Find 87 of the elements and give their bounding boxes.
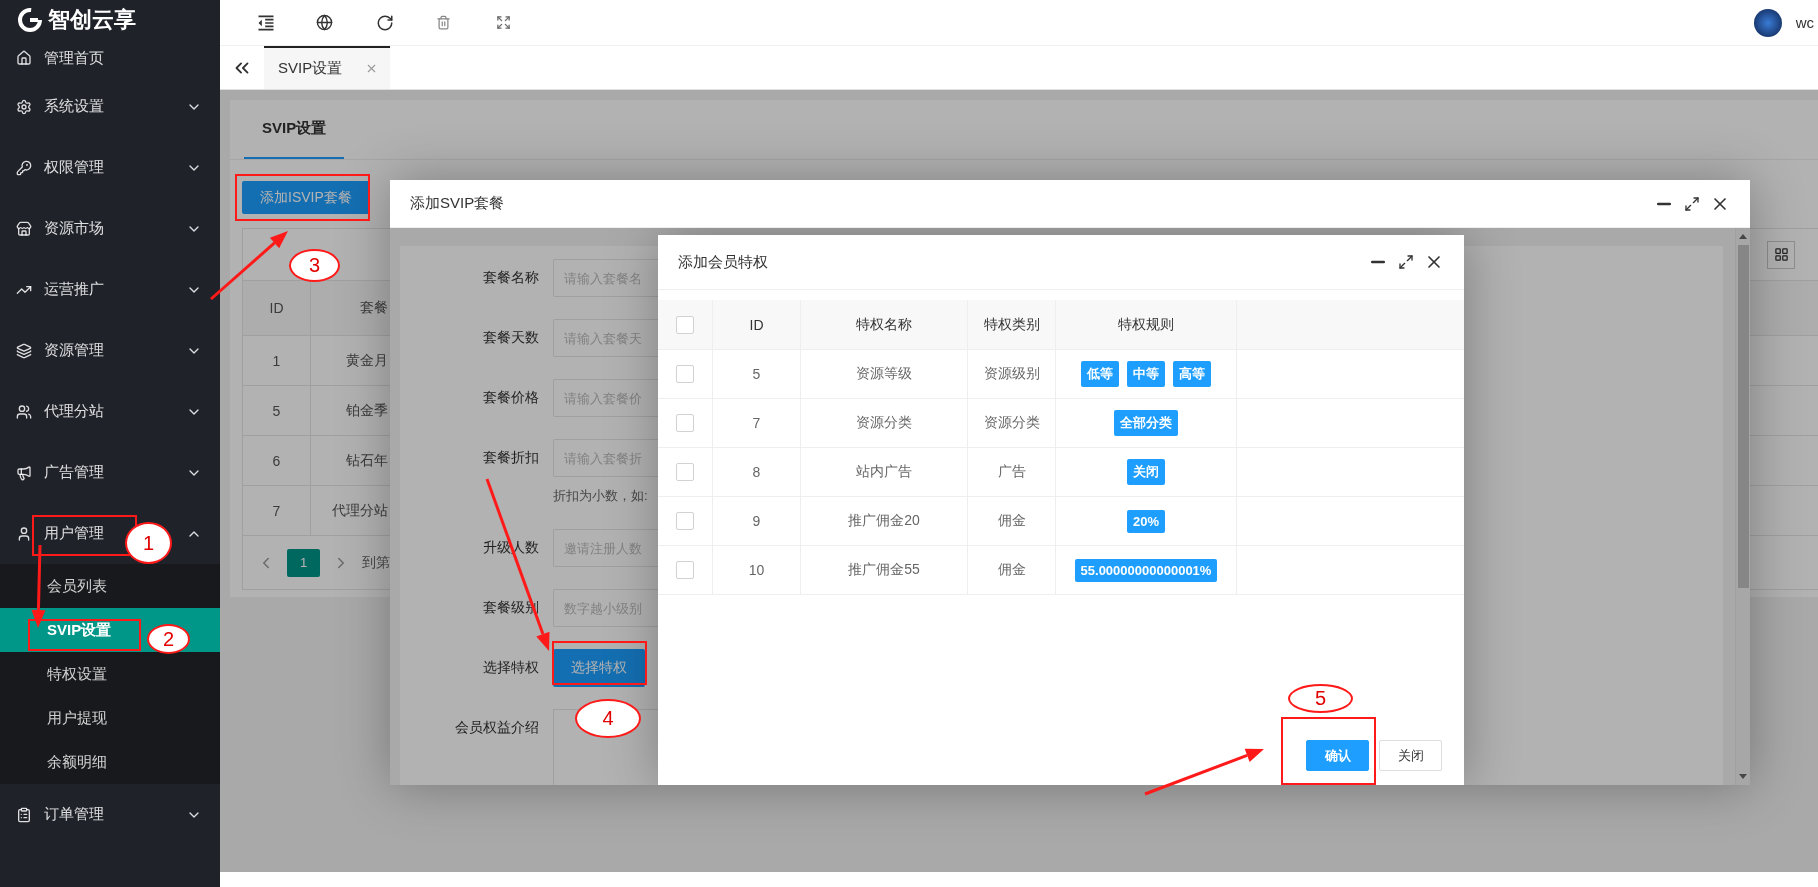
table-cell: 佣金 — [968, 546, 1056, 594]
form-label: 套餐天数 — [482, 329, 539, 347]
table-cell: 9 — [713, 497, 801, 545]
rule-tag: 中等 — [1127, 361, 1165, 387]
grid-icon — [1773, 247, 1789, 262]
table-cell: 佣金 — [968, 497, 1056, 545]
sidebar-subitem[interactable]: 特权设置 — [47, 664, 107, 684]
form-label: 会员权益介绍 — [454, 718, 539, 737]
refresh-icon[interactable] — [376, 13, 394, 32]
table-cell: 6 — [243, 436, 311, 485]
sidebar-item[interactable]: 用户管理 — [44, 524, 104, 543]
menu-icon — [16, 159, 32, 176]
checkbox[interactable] — [676, 561, 694, 579]
menu-icon — [16, 342, 32, 359]
checkbox[interactable] — [676, 414, 694, 432]
table-cell: 8 — [713, 448, 801, 496]
rule-tag: 关闭 — [1127, 459, 1165, 485]
table-cell: 5 — [713, 350, 801, 398]
trash-icon[interactable] — [436, 15, 451, 30]
column-header: ID — [713, 300, 801, 349]
sidebar-item[interactable]: 权限管理 — [44, 158, 104, 177]
sidebar-item[interactable]: 管理首页 — [44, 48, 104, 68]
table-cell: 5 — [243, 386, 311, 435]
table-cell: 资源等级 — [801, 350, 968, 398]
sidebar-subitem[interactable]: 用户提现 — [47, 708, 107, 728]
rule-tag: 低等 — [1081, 361, 1119, 387]
hint-text: 折扣为小数，如: — [553, 487, 649, 505]
table-cell: 推广佣金55 — [801, 546, 968, 594]
logo-text: 智创云享 — [48, 6, 136, 34]
rule-tag: 高等 — [1173, 361, 1211, 387]
maximize-icon[interactable] — [1398, 254, 1414, 270]
form-label: 套餐名称 — [482, 269, 539, 287]
globe-icon[interactable] — [316, 14, 333, 31]
table-cell: 7 — [243, 486, 311, 535]
sidebar-item[interactable]: 代理分站 — [44, 402, 104, 421]
user-name[interactable]: wc — [1795, 14, 1814, 31]
goto-label: 到第 — [362, 553, 390, 572]
form-label: 选择特权 — [482, 659, 539, 677]
column-header: 特权名称 — [801, 300, 968, 349]
column-header: ID — [243, 281, 311, 335]
menu-icon — [16, 525, 32, 542]
card-tab[interactable]: SVIP设置 — [244, 100, 345, 159]
checkbox[interactable] — [676, 315, 694, 334]
menu-icon — [16, 220, 32, 237]
form-label: 套餐价格 — [482, 389, 539, 407]
menu-icon — [16, 403, 32, 420]
dialog-title: 添加SVIP套餐 — [410, 194, 506, 213]
fullscreen-icon[interactable] — [496, 15, 511, 30]
maximize-icon[interactable] — [1684, 195, 1700, 212]
sidebar-item[interactable]: 资源管理 — [44, 341, 104, 360]
sidebar-subitem[interactable]: 会员列表 — [47, 576, 107, 596]
rule-tag: 20% — [1127, 509, 1165, 533]
table-cell: 广告 — [968, 448, 1056, 496]
page-tab[interactable]: SVIP设置 — [264, 46, 390, 89]
user-avatar[interactable] — [1753, 8, 1782, 37]
sidebar-item[interactable]: 资源市场 — [44, 219, 104, 238]
sidebar-subitem[interactable]: 余额明细 — [47, 752, 107, 772]
menu-icon — [16, 50, 32, 66]
rule-tag: 55.00000000000001% — [1074, 558, 1218, 582]
table-cell: 资源级别 — [968, 350, 1056, 398]
menu-icon — [16, 464, 32, 481]
sidebar-subitem[interactable]: SVIP设置 — [47, 620, 112, 640]
checkbox[interactable] — [676, 463, 694, 481]
table-cell: 站内广告 — [801, 448, 968, 496]
table-cell: 资源分类 — [801, 399, 968, 447]
table-cell: 10 — [713, 546, 801, 594]
sidebar-item[interactable]: 运营推广 — [44, 280, 104, 299]
menu-icon — [16, 806, 32, 823]
dialog-title: 添加会员特权 — [678, 252, 769, 272]
close-button[interactable]: 关闭 — [1379, 740, 1442, 771]
form-label: 套餐折扣 — [482, 449, 539, 467]
sidebar-item[interactable]: 广告管理 — [44, 463, 104, 482]
logo-icon — [18, 8, 42, 32]
column-header: 特权规则 — [1056, 300, 1237, 349]
checkbox[interactable] — [676, 365, 694, 383]
columns-button[interactable] — [1767, 240, 1795, 269]
scrollbar[interactable] — [1735, 228, 1750, 785]
table-cell: 1 — [243, 336, 311, 385]
table-cell: 资源分类 — [968, 399, 1056, 447]
column-header: 特权类别 — [968, 300, 1056, 349]
table-cell: 7 — [713, 399, 801, 447]
sidebar-item[interactable]: 订单管理 — [44, 805, 104, 824]
menu-icon — [16, 98, 32, 115]
table-cell: 推广佣金20 — [801, 497, 968, 545]
rule-tag: 全部分类 — [1114, 410, 1178, 436]
sidebar-item[interactable]: 系统设置 — [44, 97, 104, 116]
checkbox[interactable] — [676, 512, 694, 530]
